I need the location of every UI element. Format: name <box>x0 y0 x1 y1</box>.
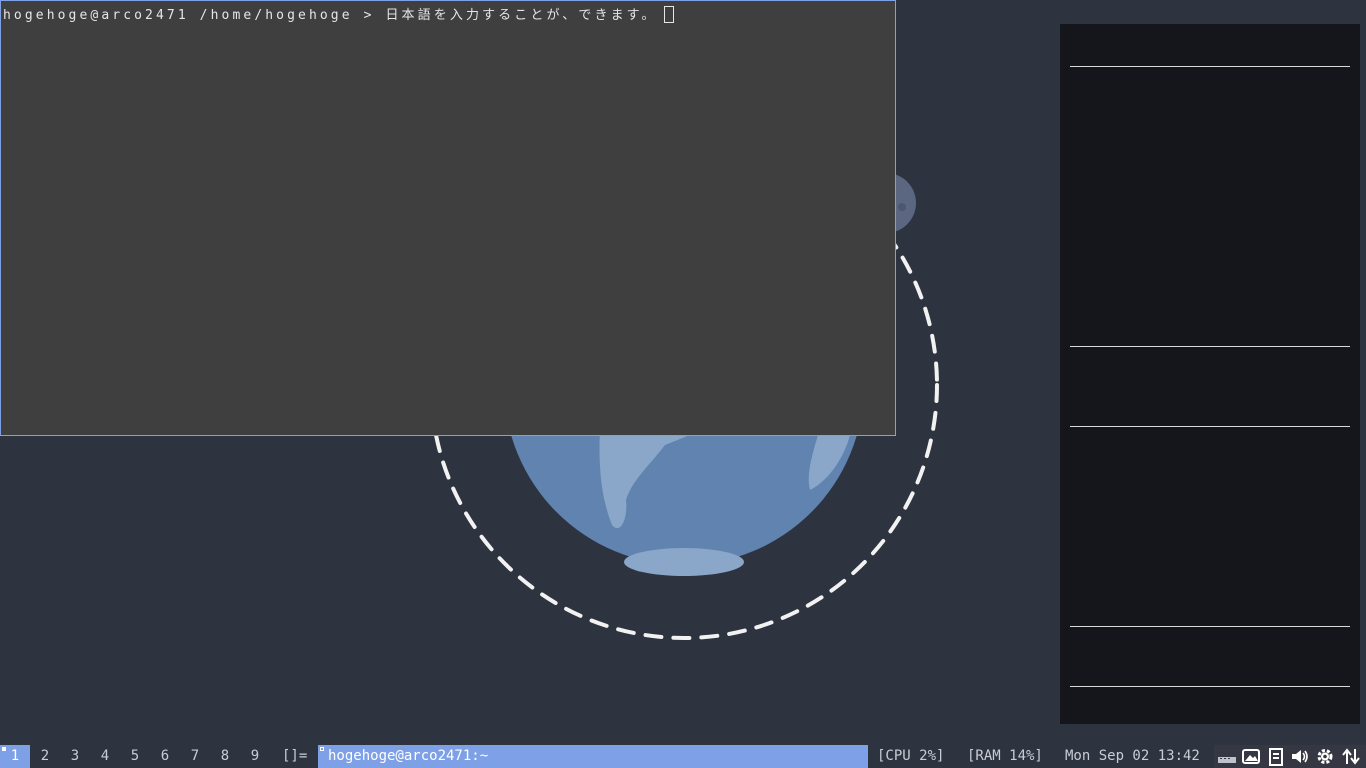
panel-divider <box>1070 346 1350 347</box>
panel-divider <box>1070 686 1350 687</box>
status-bar: 1 2 3 4 5 6 7 8 9 []= hogehoge@arco2471:… <box>0 745 1366 768</box>
workspace-tag-7[interactable]: 7 <box>180 745 210 768</box>
workspace-tag-3[interactable]: 3 <box>60 745 90 768</box>
workspace-tag-1[interactable]: 1 <box>0 745 30 768</box>
keyboard-icon[interactable] <box>1217 747 1237 766</box>
shell-prompt: hogehoge@arco2471 /home/hogehoge > <box>3 8 386 23</box>
occupied-indicator <box>2 747 6 751</box>
volume-icon[interactable] <box>1290 747 1310 766</box>
clock: Mon Sep 02 13:42 <box>1065 748 1200 764</box>
workspace-tag-4[interactable]: 4 <box>90 745 120 768</box>
terminal-window[interactable]: hogehoge@arco2471 /home/hogehoge > 日本語を入… <box>0 0 896 436</box>
clipboard-icon[interactable] <box>1266 747 1286 766</box>
panel-divider <box>1070 426 1350 427</box>
focused-window-title[interactable]: hogehoge@arco2471:~ <box>318 745 868 768</box>
ram-usage: [RAM 14%] <box>967 748 1043 764</box>
settings-gear-icon[interactable] <box>1315 747 1335 766</box>
panel-divider <box>1070 66 1350 67</box>
workspace-tag-5[interactable]: 5 <box>120 745 150 768</box>
moon-crater <box>898 203 906 211</box>
window-title-text: hogehoge@arco2471:~ <box>328 748 489 764</box>
terminal-line: hogehoge@arco2471 /home/hogehoge > 日本語を入… <box>3 4 674 23</box>
earth-polar-cap <box>624 548 744 576</box>
workspace-tag-8[interactable]: 8 <box>210 745 240 768</box>
layout-indicator[interactable]: []= <box>282 745 307 768</box>
cpu-usage: [CPU 2%] <box>877 748 945 764</box>
system-monitor-panel <box>1060 24 1360 724</box>
workspace-tag-2[interactable]: 2 <box>30 745 60 768</box>
workspace-tag-9[interactable]: 9 <box>240 745 270 768</box>
text-cursor <box>663 6 674 23</box>
window-state-indicator <box>320 747 324 751</box>
panel-divider <box>1070 626 1350 627</box>
image-viewer-icon[interactable] <box>1241 747 1261 766</box>
system-tray <box>1214 745 1366 768</box>
network-transfer-icon[interactable] <box>1341 747 1361 766</box>
workspace-tag-6[interactable]: 6 <box>150 745 180 768</box>
terminal-input-text[interactable]: 日本語を入力することが、できます。 <box>385 8 657 23</box>
